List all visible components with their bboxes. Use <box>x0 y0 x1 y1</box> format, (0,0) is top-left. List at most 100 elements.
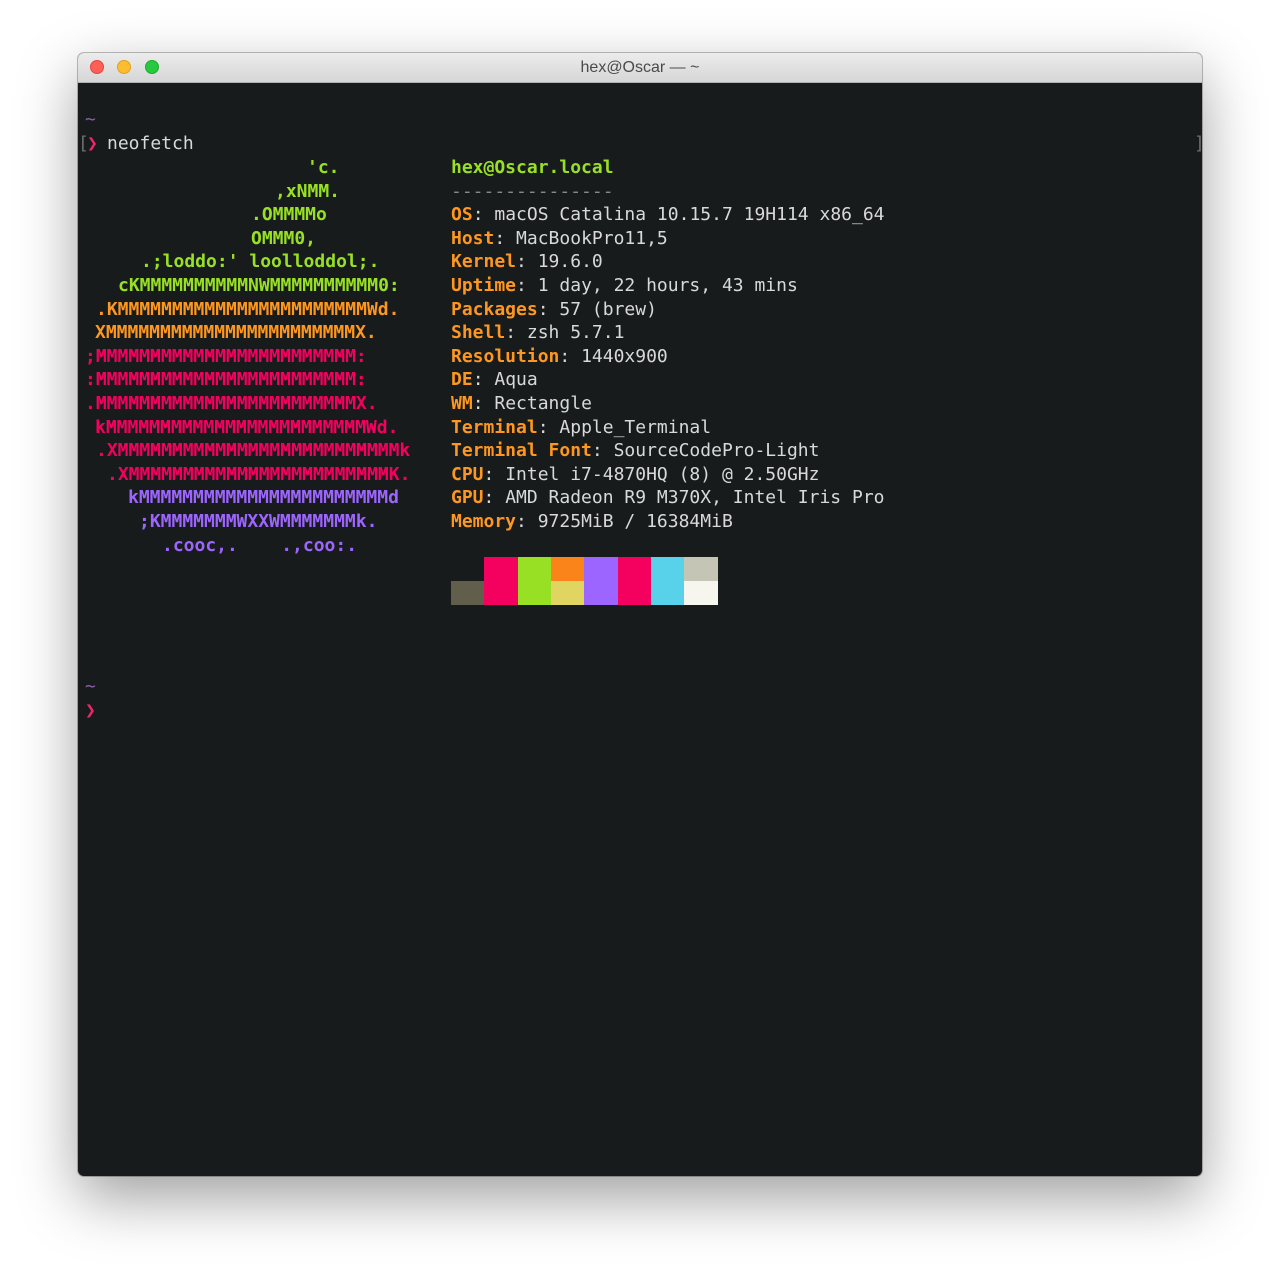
info-colon: : <box>537 416 560 438</box>
palette-swatch-normal-6 <box>650 557 685 581</box>
logo-line: .XMMMMMMMMMMMMMMMMMMMMMMMMMMk <box>96 440 411 462</box>
logo-line: ;KMMMMMMMWXXWMMMMMMMk. <box>139 511 378 532</box>
info-row: GPU: AMD Radeon R9 M370X, Intel Iris Pro <box>451 486 885 509</box>
cwd-tilde: ~ <box>85 109 96 130</box>
info-row: Kernel: 19.6.0 <box>451 250 603 273</box>
logo-line: .XMMMMMMMMMMMMMMMMMMMMMMMMK. <box>107 463 411 485</box>
palette-swatch-bright-3 <box>550 580 585 605</box>
info-colon: : <box>516 511 538 532</box>
palette-swatch-normal-2 <box>517 557 552 581</box>
info-key: Kernel <box>451 251 517 273</box>
info-row: Packages: 57 (brew) <box>451 298 657 321</box>
info-key: WM <box>451 393 473 414</box>
logo-line: .MMMMMMMMMMMMMMMMMMMMMMMMX. <box>85 393 378 414</box>
info-row: Host: MacBookPro11,5 <box>451 227 668 250</box>
info-key: Terminal Font <box>451 440 592 462</box>
info-value: 1440x900 <box>581 345 668 367</box>
info-value: AMD Radeon R9 M370X, Intel Iris Pro <box>505 487 885 509</box>
command-text: neofetch <box>107 133 194 154</box>
info-row: Uptime: 1 day, 22 hours, 43 mins <box>451 274 798 297</box>
logo-line: cKMMMMMMMMMMNWMMMMMMMMMM0: <box>118 275 400 296</box>
palette-swatch-bright-0 <box>451 580 485 605</box>
palette-swatch-normal-0 <box>451 557 485 581</box>
info-colon: : <box>472 369 495 391</box>
palette-swatch-normal-5 <box>617 557 652 581</box>
info-value: 9725MiB / 16384MiB <box>537 511 733 532</box>
info-value: 57 (brew) <box>559 298 657 320</box>
info-separator: --------------- <box>451 180 614 202</box>
info-row: DE: Aqua <box>451 368 538 391</box>
prompt-symbol: ❯ <box>87 133 98 154</box>
info-key: DE <box>451 369 473 391</box>
info-key: GPU <box>451 487 484 509</box>
info-key: Packages <box>451 298 538 320</box>
prompt-symbol-bottom: ❯ <box>85 700 96 721</box>
palette-swatch-normal-4 <box>584 557 619 581</box>
logo-line: OMMM0, <box>251 227 317 249</box>
logo-line: ;MMMMMMMMMMMMMMMMMMMMMMMM: <box>85 345 367 367</box>
info-row: WM: Rectangle <box>451 392 592 415</box>
logo-line: XMMMMMMMMMMMMMMMMMMMMMMMX. <box>95 322 377 344</box>
palette-swatch-normal-1 <box>484 557 519 581</box>
info-key: Shell <box>451 322 506 344</box>
info-row: Shell: zsh 5.7.1 <box>451 321 624 344</box>
logo-line: kMMMMMMMMMMMMMMMMMMMMMMMd <box>128 487 399 509</box>
info-key: Uptime <box>451 275 517 296</box>
info-value: Intel i7-4870HQ (8) @ 2.50GHz <box>505 463 820 485</box>
terminal-window: hex@Oscar — ~ ~ [ ❯ neofetch ] 'c.,xNMM.… <box>78 53 1202 1176</box>
palette-swatch-bright-5 <box>617 580 652 605</box>
logo-line: .;loddo:' loolloddol;. <box>141 251 380 273</box>
info-value: Aqua <box>494 369 538 391</box>
info-row: Memory: 9725MiB / 16384MiB <box>451 510 733 533</box>
info-colon: : <box>559 345 582 367</box>
info-colon: : <box>494 227 517 249</box>
logo-line: .KMMMMMMMMMMMMMMMMMMMMMMMWd. <box>96 298 400 320</box>
info-row: CPU: Intel i7-4870HQ (8) @ 2.50GHz <box>451 463 819 486</box>
info-row: OS: macOS Catalina 10.15.7 19H114 x86_64 <box>451 203 885 226</box>
palette-swatch-bright-2 <box>517 580 552 605</box>
info-colon: : <box>472 393 495 414</box>
info-key: Memory <box>451 511 517 532</box>
info-key: Terminal <box>451 416 538 438</box>
info-value: 1 day, 22 hours, 43 mins <box>537 275 798 296</box>
info-value: Apple_Terminal <box>559 416 712 438</box>
info-colon: : <box>472 204 495 226</box>
info-row: Terminal: Apple_Terminal <box>451 416 711 439</box>
logo-line: ,xNMM. <box>275 180 341 202</box>
info-row: Resolution: 1440x900 <box>451 345 668 368</box>
info-colon: : <box>591 440 614 462</box>
info-colon: : <box>537 298 560 320</box>
info-key: Host <box>451 227 495 249</box>
info-colon: : <box>516 251 538 273</box>
info-key: OS <box>451 204 473 226</box>
info-value: SourceCodePro-Light <box>613 440 820 462</box>
hostname: hex@Oscar.local <box>451 157 614 178</box>
terminal-content[interactable]: ~ [ ❯ neofetch ] 'c.,xNMM..OMMMMoOMMM0,.… <box>78 83 1202 1176</box>
palette-swatch-normal-7 <box>684 557 719 581</box>
info-value: macOS Catalina 10.15.7 19H114 x86_64 <box>494 204 885 226</box>
palette-swatch-bright-6 <box>650 580 685 605</box>
logo-line: kMMMMMMMMMMMMMMMMMMMMMMMMWd. <box>95 416 399 438</box>
logo-line: .OMMMMo <box>251 204 327 226</box>
info-key: CPU <box>451 463 484 485</box>
palette-swatch-normal-3 <box>550 557 585 581</box>
logo-line: :MMMMMMMMMMMMMMMMMMMMMMMM: <box>85 369 367 391</box>
info-colon: : <box>516 275 538 296</box>
info-value: MacBookPro11,5 <box>516 227 668 249</box>
right-bracket: ] <box>1194 132 1202 155</box>
window-title: hex@Oscar — ~ <box>580 59 700 76</box>
title-bar: hex@Oscar — ~ <box>78 53 1202 83</box>
info-colon: : <box>505 322 527 344</box>
logo-line: 'c. <box>307 157 340 178</box>
info-colon: : <box>483 487 506 509</box>
logo-line: .cooc,. .,coo:. <box>162 534 358 556</box>
palette-swatch-bright-4 <box>584 580 619 605</box>
info-value: Rectangle <box>494 393 592 414</box>
palette-swatch-bright-1 <box>484 580 519 605</box>
info-row: Terminal Font: SourceCodePro-Light <box>451 439 819 462</box>
info-value: zsh 5.7.1 <box>526 322 625 344</box>
info-value: 19.6.0 <box>537 251 603 273</box>
info-key: Resolution <box>451 345 560 367</box>
info-colon: : <box>483 463 506 485</box>
palette-swatch-bright-7 <box>684 580 719 605</box>
